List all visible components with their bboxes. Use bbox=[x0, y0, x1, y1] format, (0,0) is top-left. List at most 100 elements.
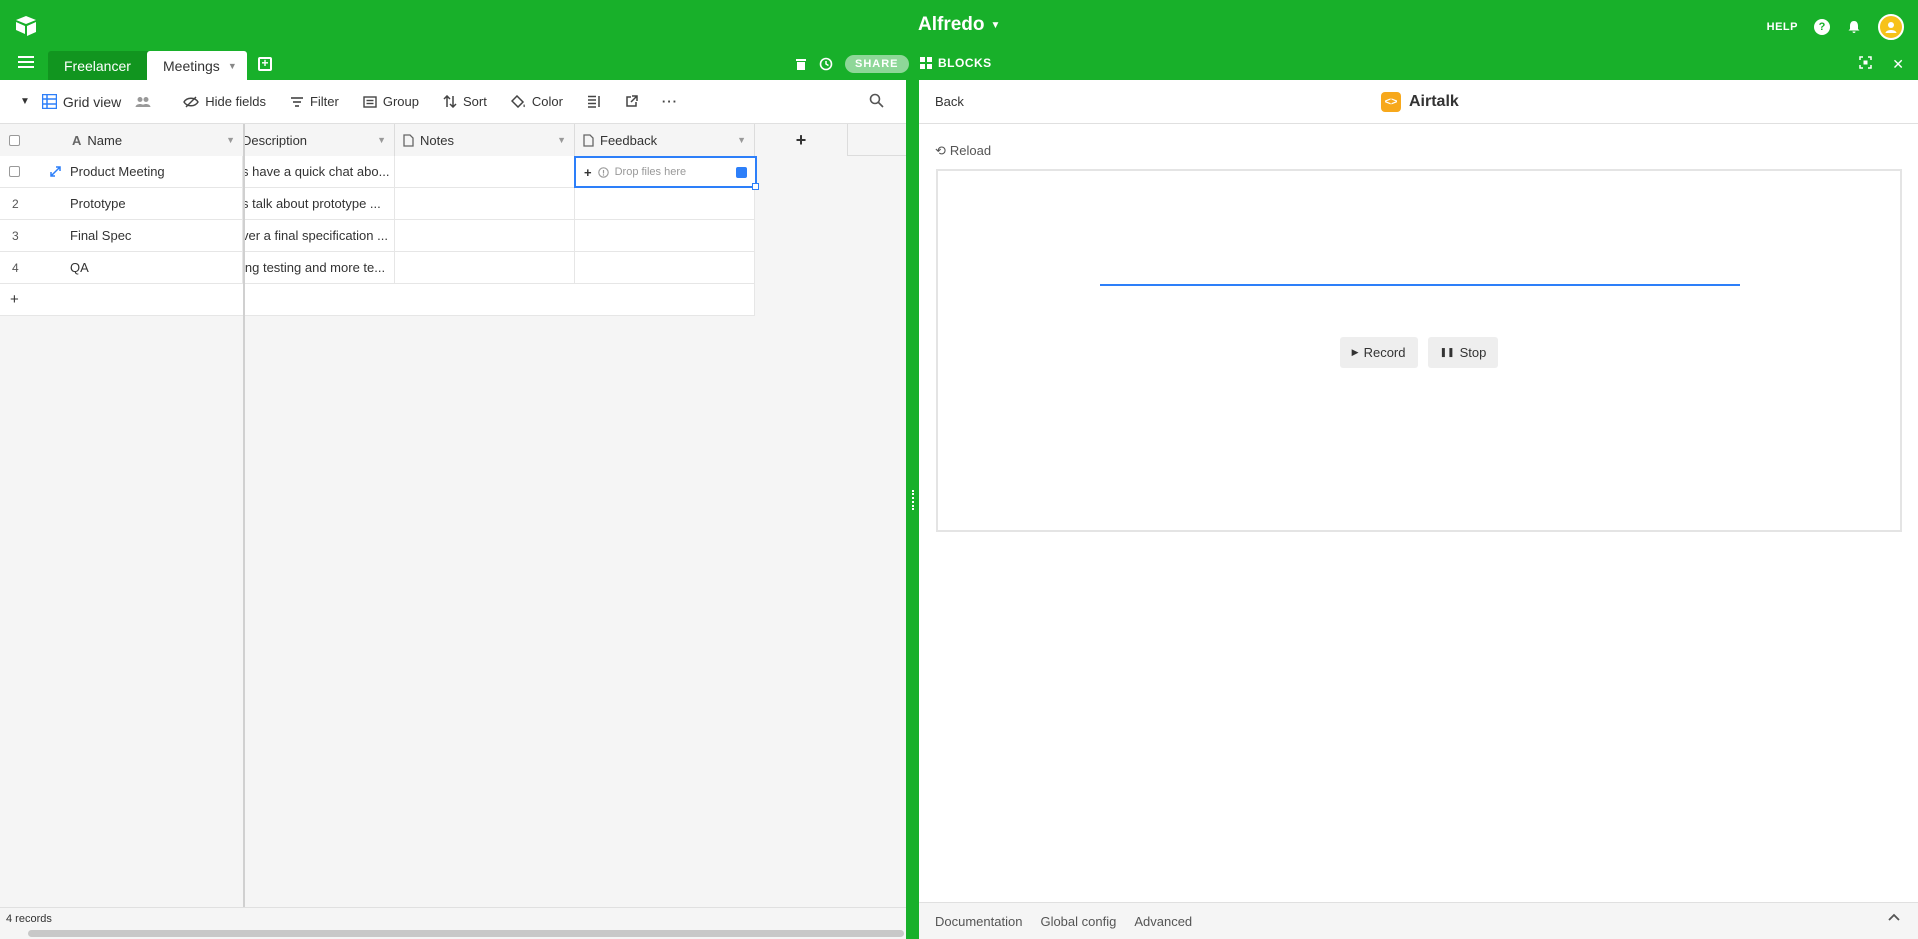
column-name-label: Name bbox=[87, 132, 123, 148]
select-all-checkbox[interactable] bbox=[9, 134, 20, 146]
help-icon[interactable]: ? bbox=[1814, 19, 1830, 35]
base-title[interactable]: Alfredo ▼ bbox=[918, 14, 1000, 36]
cell-notes[interactable] bbox=[395, 156, 575, 188]
cell-notes[interactable] bbox=[395, 252, 575, 284]
column-header-feedback[interactable]: Feedback ▼ bbox=[575, 124, 755, 156]
color-button[interactable]: Color bbox=[510, 94, 563, 109]
view-name: Grid view bbox=[62, 93, 122, 110]
people-icon bbox=[135, 96, 151, 107]
tab-meetings[interactable]: Meetings ▼ bbox=[147, 51, 247, 80]
header-select-all bbox=[0, 124, 40, 156]
cell-description[interactable]: ver a final specification ... bbox=[245, 220, 395, 252]
cell-notes[interactable] bbox=[395, 188, 575, 220]
info-icon bbox=[597, 166, 609, 178]
block-header: Back <> Airtalk bbox=[919, 80, 1918, 124]
recording-controls: ▶ Record ❚❚ Stop bbox=[938, 337, 1900, 368]
sort-button[interactable]: Sort bbox=[443, 94, 487, 109]
history-icon[interactable] bbox=[819, 57, 833, 71]
search-icon[interactable] bbox=[869, 93, 884, 108]
table-row[interactable]: 3 Final Spec ver a final specification .… bbox=[0, 220, 755, 252]
global-config-link[interactable]: Global config bbox=[1040, 914, 1116, 929]
add-attachment-icon[interactable]: + bbox=[584, 165, 592, 180]
group-label: Group bbox=[382, 94, 419, 109]
attachment-drop-zone[interactable]: + Drop files here bbox=[576, 165, 755, 180]
cell-name[interactable]: Final Spec bbox=[70, 220, 243, 252]
chevron-down-icon[interactable]: ▼ bbox=[377, 135, 386, 145]
more-icon[interactable]: ··· bbox=[662, 94, 678, 109]
cell-feedback[interactable] bbox=[575, 188, 755, 220]
play-icon: ▶ bbox=[1351, 347, 1359, 357]
expand-icon[interactable] bbox=[49, 166, 61, 177]
table-row[interactable]: 4 QA ing testing and more te... bbox=[0, 252, 755, 284]
row-height-icon[interactable] bbox=[587, 95, 601, 108]
table-row[interactable]: 2 Prototype s talk about prototype ... bbox=[0, 188, 755, 220]
column-header-notes[interactable]: Notes ▼ bbox=[395, 124, 575, 156]
transcript-input[interactable] bbox=[1100, 284, 1740, 286]
cell-description[interactable]: s have a quick chat abo... bbox=[245, 156, 395, 188]
row-checkbox[interactable] bbox=[9, 166, 20, 177]
row-selector[interactable] bbox=[0, 156, 40, 188]
record-button[interactable]: ▶ Record bbox=[1339, 337, 1418, 368]
filter-label: Filter bbox=[309, 94, 339, 109]
column-description-label: Description bbox=[242, 132, 308, 148]
cell-name[interactable]: Prototype bbox=[70, 188, 243, 220]
cell-feedback[interactable]: + Drop files here bbox=[574, 156, 757, 188]
view-switcher[interactable]: Grid view bbox=[41, 93, 151, 110]
table-row[interactable]: Product Meeting s have a quick chat abo.… bbox=[0, 156, 757, 188]
view-header-tools: SHARE bbox=[795, 55, 909, 73]
drop-placeholder: Drop files here bbox=[614, 166, 687, 178]
bell-icon[interactable] bbox=[1846, 19, 1862, 35]
chevron-down-icon[interactable]: ▼ bbox=[228, 61, 237, 71]
row-expand[interactable] bbox=[40, 156, 70, 188]
view-switcher-caret[interactable]: ▼ bbox=[20, 96, 30, 107]
cell-text: s talk about prototype ... bbox=[245, 196, 381, 211]
cell-description[interactable]: ing testing and more te... bbox=[245, 252, 395, 284]
cell-feedback[interactable] bbox=[575, 220, 755, 252]
advanced-link[interactable]: Advanced bbox=[1134, 914, 1192, 929]
panel-tools: ✕ bbox=[1859, 56, 1904, 73]
cell-name[interactable]: Product Meeting bbox=[70, 156, 243, 188]
hide-fields-button[interactable]: Hide fields bbox=[183, 94, 266, 109]
cell-name[interactable]: QA bbox=[70, 252, 243, 284]
cell-description[interactable]: s talk about prototype ... bbox=[245, 188, 395, 220]
chevron-down-icon[interactable]: ▼ bbox=[737, 135, 746, 145]
stop-button[interactable]: ❚❚ Stop bbox=[1427, 337, 1499, 368]
documentation-link[interactable]: Documentation bbox=[935, 914, 1022, 929]
share-button[interactable]: SHARE bbox=[845, 55, 909, 73]
airtable-logo-icon[interactable] bbox=[14, 14, 38, 38]
filter-button[interactable]: Filter bbox=[290, 94, 339, 109]
chevron-down-icon[interactable]: ▼ bbox=[557, 135, 566, 145]
top-right-controls: HELP ? bbox=[1767, 14, 1904, 40]
block-frame: ▶ Record ❚❚ Stop bbox=[936, 169, 1902, 532]
grid-header: A Name ▼ Description ▼ Notes ▼ Feedback … bbox=[0, 124, 906, 156]
blocks-header: BLOCKS bbox=[920, 56, 992, 70]
row-number-text: 4 bbox=[12, 260, 19, 275]
column-header-name[interactable]: A Name ▼ bbox=[40, 124, 243, 156]
help-link[interactable]: HELP bbox=[1767, 21, 1798, 33]
add-record-icon[interactable]: + bbox=[10, 291, 19, 308]
cell-feedback[interactable] bbox=[575, 252, 755, 284]
fill-handle[interactable] bbox=[752, 183, 759, 190]
back-button[interactable]: Back bbox=[935, 94, 964, 109]
close-icon[interactable]: ✕ bbox=[1892, 56, 1904, 73]
chevron-down-icon[interactable]: ▼ bbox=[226, 135, 235, 145]
add-table-icon[interactable]: + bbox=[258, 57, 272, 71]
share-view-icon[interactable] bbox=[625, 95, 638, 108]
resize-handle[interactable] bbox=[912, 490, 914, 510]
reload-button[interactable]: ⟲ Reload bbox=[935, 143, 991, 159]
group-button[interactable]: Group bbox=[363, 94, 419, 109]
trash-icon[interactable] bbox=[795, 57, 807, 71]
expand-cell-icon[interactable] bbox=[736, 166, 747, 178]
eye-slash-icon bbox=[183, 96, 200, 107]
fullscreen-icon[interactable] bbox=[1859, 56, 1873, 69]
menu-icon[interactable] bbox=[18, 56, 34, 68]
chevron-up-icon[interactable] bbox=[1888, 913, 1900, 921]
horizontal-scrollbar[interactable] bbox=[28, 930, 904, 937]
avatar-icon[interactable] bbox=[1878, 14, 1904, 40]
stop-label: Stop bbox=[1459, 345, 1487, 360]
add-record-row[interactable]: + bbox=[0, 284, 755, 316]
column-header-description[interactable]: Description ▼ bbox=[242, 124, 395, 156]
cell-notes[interactable] bbox=[395, 220, 575, 252]
add-field-button[interactable]: + bbox=[755, 124, 848, 156]
block-title-text: Airtalk bbox=[1409, 93, 1459, 110]
